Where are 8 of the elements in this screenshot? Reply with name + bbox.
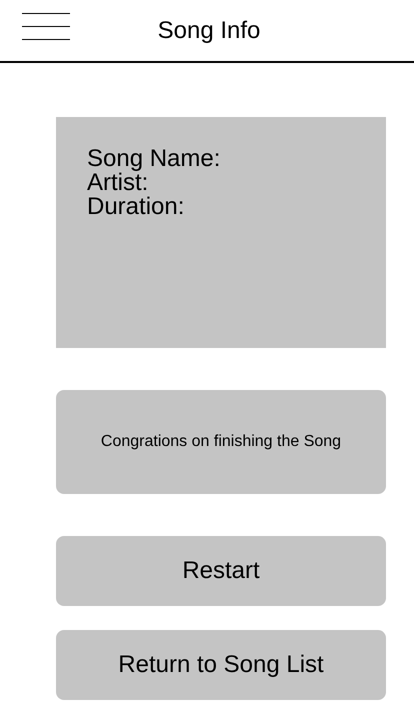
menu-icon[interactable] bbox=[22, 13, 70, 40]
action-button[interactable]: Restart bbox=[56, 536, 386, 606]
info-label: Artist: bbox=[87, 171, 150, 195]
action-button[interactable]: Return to Song List bbox=[56, 630, 386, 700]
congratulations-message: Congrations on finishing the Song bbox=[100, 432, 342, 452]
info-label: Song Name: bbox=[87, 147, 222, 171]
info-label: Duration: bbox=[87, 195, 186, 219]
page-title: Song Info bbox=[156, 16, 260, 46]
